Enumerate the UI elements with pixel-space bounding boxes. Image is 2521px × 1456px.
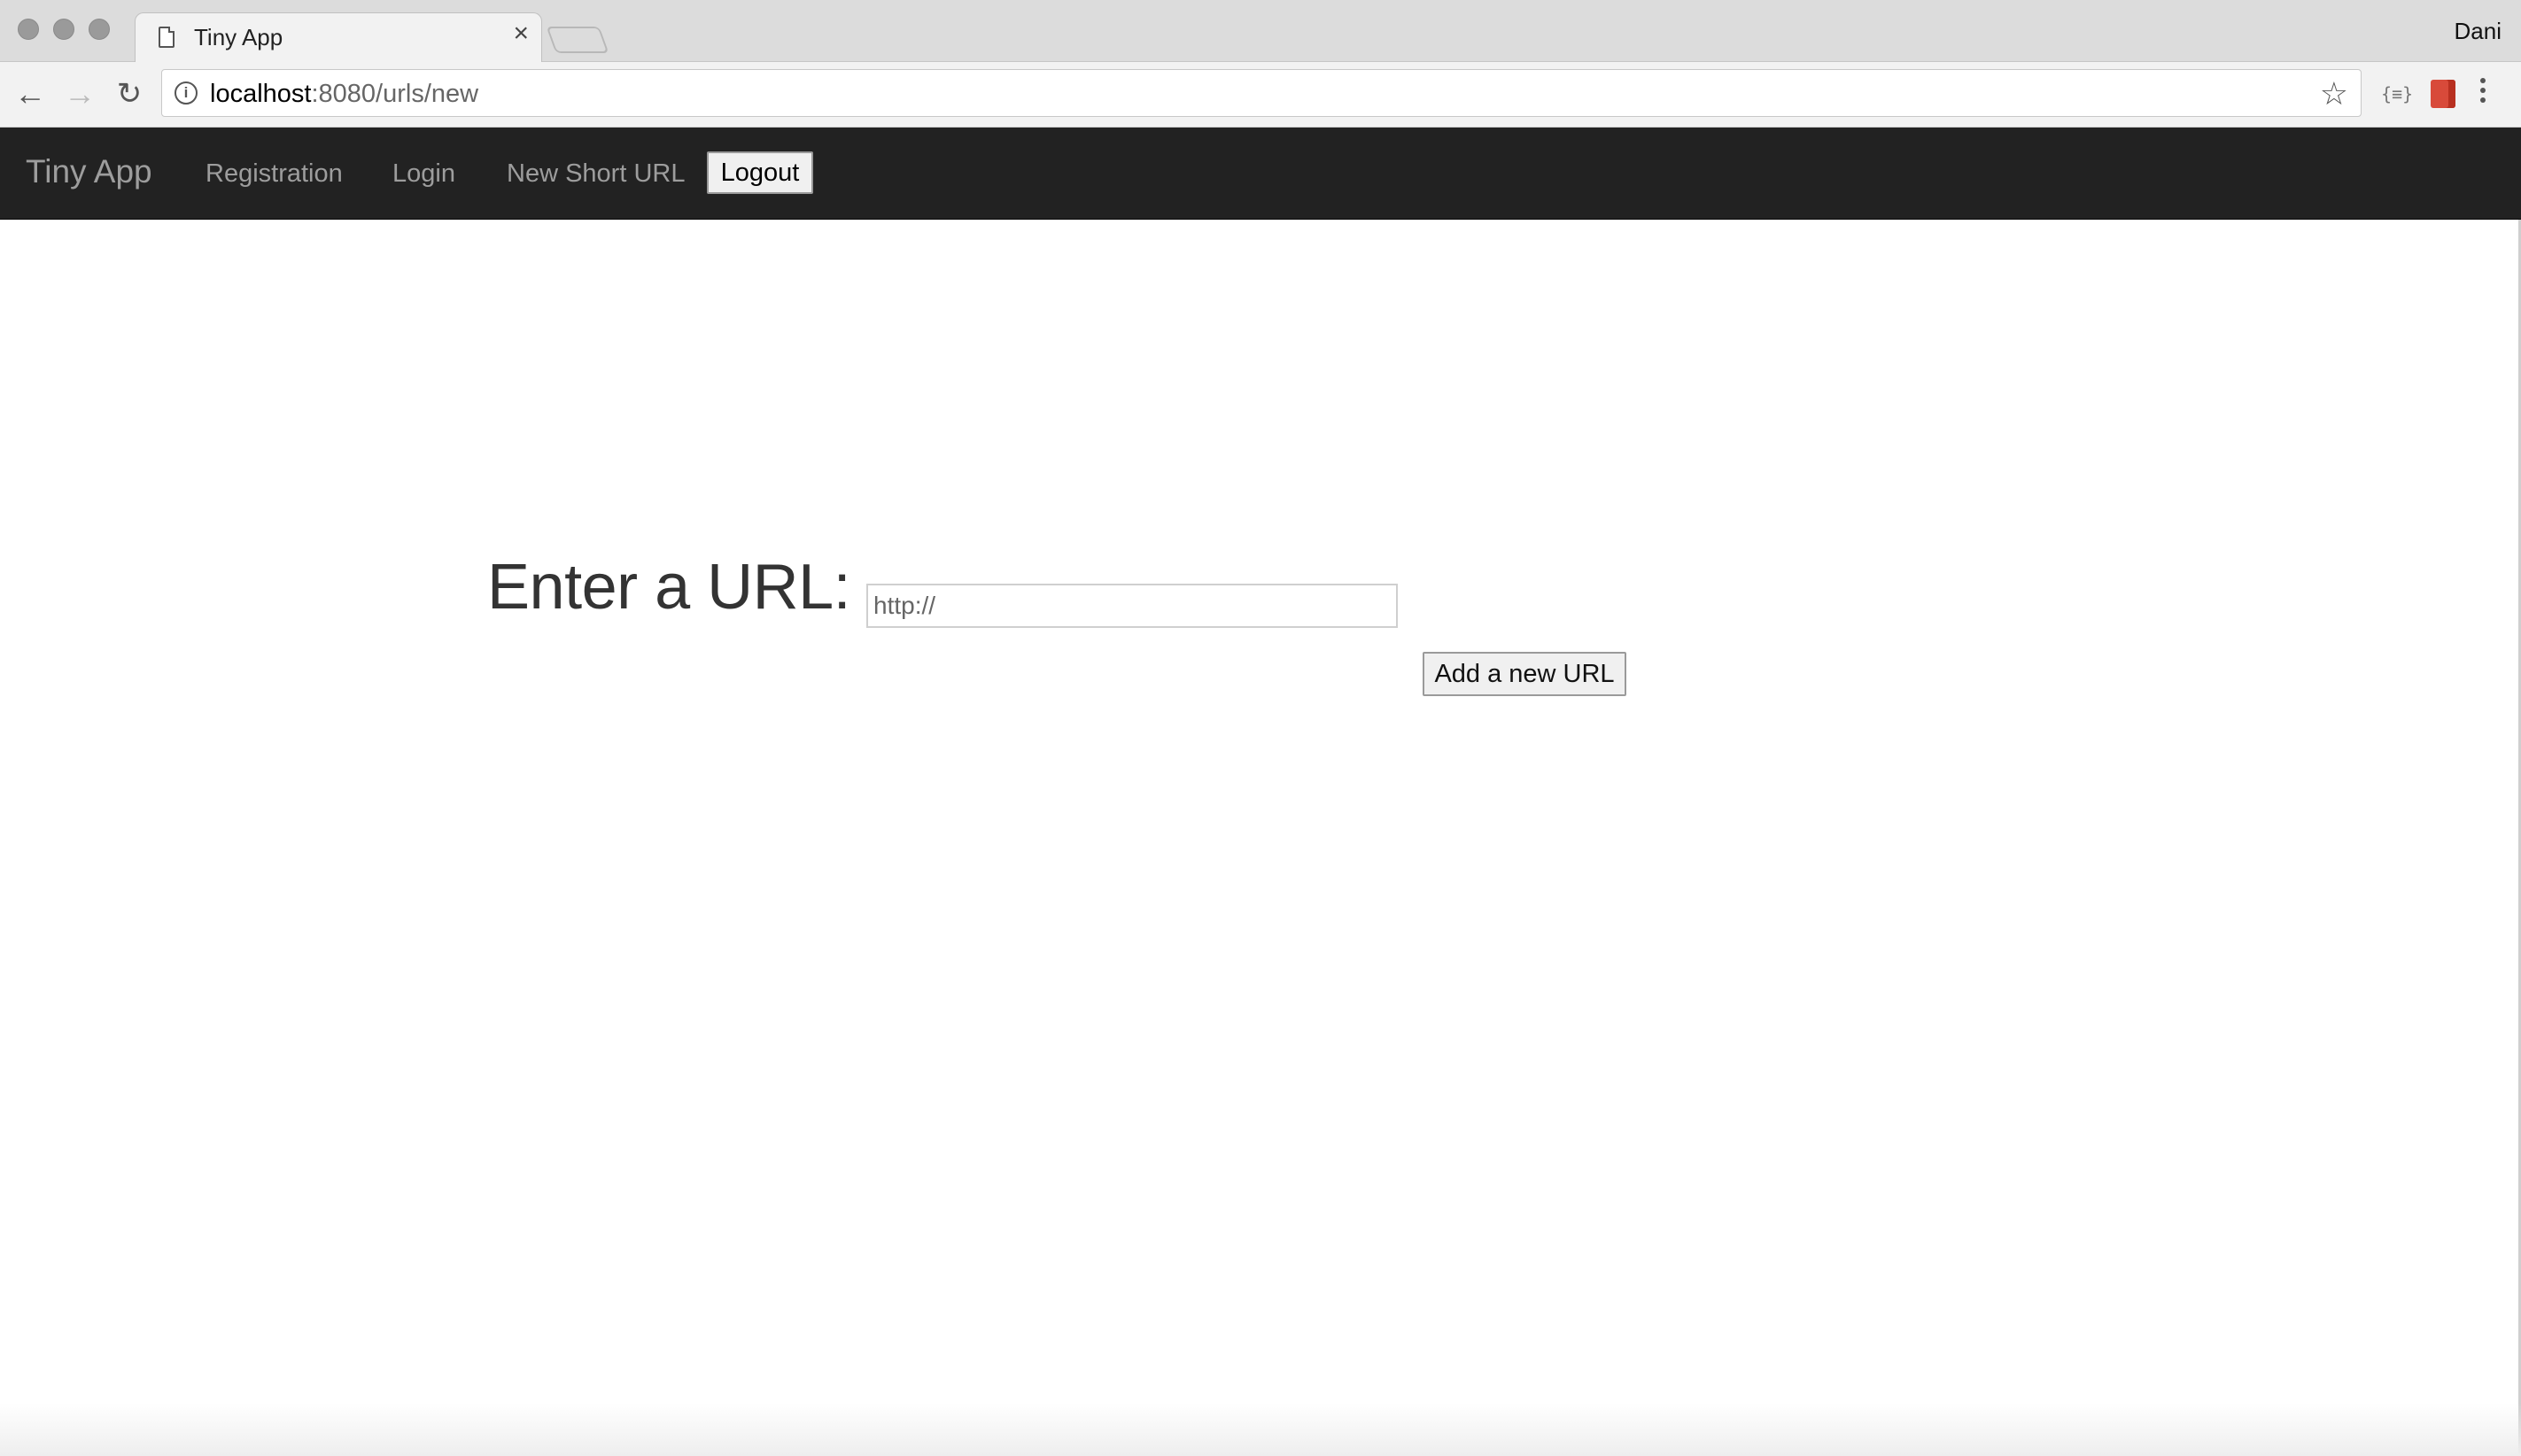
maximize-window-button[interactable] [89, 19, 110, 40]
info-icon[interactable]: i [175, 81, 198, 105]
logout-button[interactable]: Logout [707, 151, 813, 194]
tab-title: Tiny App [194, 24, 283, 50]
bookmark-star-icon[interactable]: ☆ [2320, 75, 2348, 112]
reload-icon[interactable]: ↻ [110, 74, 149, 113]
browser-tab-strip: Tiny App × Dani [0, 0, 2521, 63]
browser-tab[interactable]: Tiny App × [135, 12, 542, 63]
nav-link-login[interactable]: Login [392, 159, 455, 189]
bookmark-extension-icon[interactable] [2431, 80, 2455, 108]
browser-toolbar: ← → ↻ i localhost:8080/urls/new ☆ {≡} [0, 62, 2521, 128]
minimize-window-button[interactable] [53, 19, 74, 40]
app-navbar: Tiny App Registration Login New Short UR… [0, 128, 2521, 220]
url-text[interactable]: localhost:8080/urls/new [210, 80, 478, 109]
tab-close-icon[interactable]: × [513, 20, 529, 47]
page-icon [159, 27, 175, 48]
page-heading: Enter a URL: [487, 552, 851, 623]
url-input[interactable] [866, 584, 1398, 628]
json-extension-icon[interactable]: {≡} [2381, 83, 2413, 105]
forward-arrow-icon[interactable]: → [60, 74, 99, 113]
url-host: localhost [210, 80, 312, 108]
address-bar[interactable]: i localhost:8080/urls/new ☆ [161, 69, 2362, 117]
url-path: :8080/urls/new [311, 80, 479, 108]
kebab-menu-icon[interactable] [2480, 78, 2486, 108]
close-window-button[interactable] [18, 19, 39, 40]
nav-link-registration[interactable]: Registration [206, 159, 343, 189]
bottom-shadow [0, 1403, 2521, 1456]
back-arrow-icon[interactable]: ← [11, 74, 50, 113]
nav-link-new-short-url[interactable]: New Short URL [507, 159, 685, 189]
new-tab-button[interactable] [546, 27, 609, 53]
navbar-brand[interactable]: Tiny App [26, 153, 152, 190]
add-url-button[interactable]: Add a new URL [1423, 652, 1626, 696]
profile-name[interactable]: Dani [2455, 18, 2502, 45]
